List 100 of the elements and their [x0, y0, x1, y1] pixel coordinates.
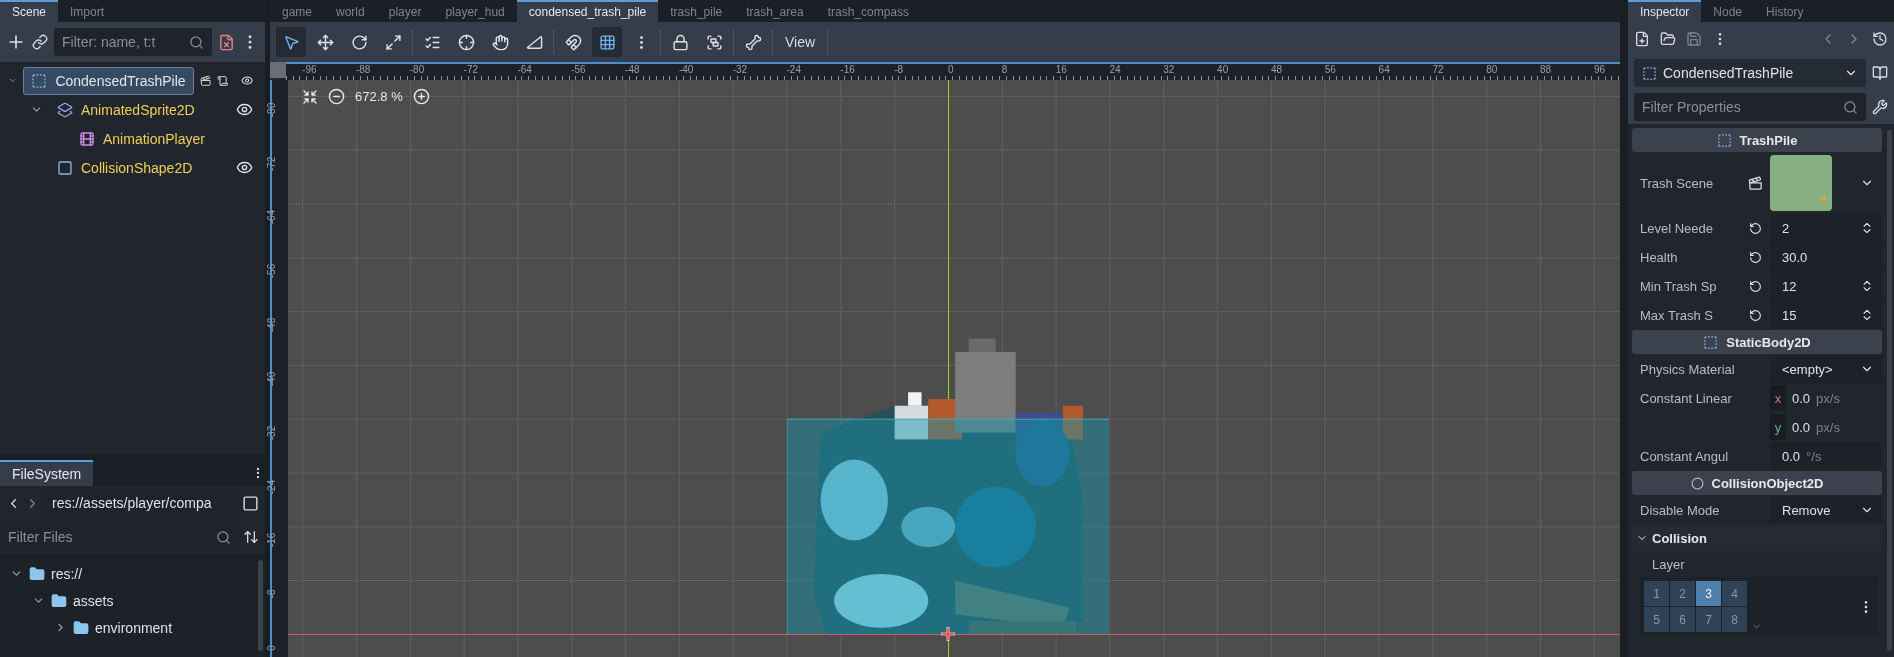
- layer-bit[interactable]: 4: [1722, 581, 1747, 606]
- ruler-label: -24: [266, 478, 278, 496]
- revert-icon[interactable]: [1748, 279, 1762, 293]
- tab[interactable]: Import: [58, 0, 117, 22]
- zoom-in-icon[interactable]: [412, 88, 430, 105]
- history-icon[interactable]: [1872, 31, 1888, 47]
- save-icon[interactable]: [1686, 31, 1702, 47]
- tab[interactable]: condensed_trash_pile: [516, 0, 659, 22]
- layer-bit[interactable]: 6: [1670, 607, 1695, 632]
- section-title: StaticBody2D: [1726, 334, 1811, 350]
- number-field[interactable]: 0.0 °/s: [1770, 442, 1882, 470]
- section-title: CollisionObject2D: [1711, 475, 1824, 491]
- ruler-label: -24: [786, 64, 801, 76]
- square-icon: [57, 159, 73, 176]
- ruler-label: 80: [1486, 64, 1498, 76]
- ruler-label: -8: [894, 64, 904, 76]
- ruler-label: -72: [463, 64, 479, 76]
- ruler-label: 64: [1378, 64, 1390, 76]
- tab[interactable]: world: [324, 0, 377, 22]
- filter-field[interactable]: Filter: name, t:t: [54, 28, 212, 56]
- scene-node[interactable]: AnimationPlayer: [71, 124, 213, 153]
- ruler-label: -64: [517, 64, 532, 76]
- center-view-icon[interactable]: [302, 88, 318, 105]
- tools-icon[interactable]: [1872, 99, 1888, 115]
- ruler-label: -80: [409, 64, 425, 76]
- view-menu[interactable]: View: [777, 34, 824, 50]
- property-group[interactable]: Collision: [1632, 525, 1882, 551]
- scene-thumbnail[interactable]: [1770, 155, 1832, 211]
- zoom-level[interactable]: 672.8 %: [355, 89, 403, 104]
- vector-component-field[interactable]: x 0.0 px/s: [1770, 384, 1882, 412]
- revert-icon[interactable]: [1748, 308, 1762, 322]
- tab[interactable]: Inspector: [1628, 0, 1702, 22]
- ruler-label: -64: [266, 209, 278, 227]
- dropdown-field[interactable]: <empty>: [1770, 355, 1882, 383]
- dropdown-field[interactable]: Remove: [1770, 496, 1882, 524]
- tab[interactable]: History: [1754, 0, 1816, 22]
- layer-bit[interactable]: 1: [1644, 581, 1669, 606]
- ruler-label: -80: [266, 101, 278, 119]
- dashed-square-icon: [1703, 334, 1719, 350]
- tab[interactable]: game: [270, 0, 325, 22]
- scene-node[interactable]: CondensedTrashPile: [23, 66, 194, 95]
- scene-node[interactable]: CollisionShape2D: [49, 153, 201, 182]
- property-label: Min Trash Sp: [1639, 278, 1718, 294]
- ruler-label: 32: [1163, 64, 1175, 76]
- number-field[interactable]: 2: [1770, 214, 1882, 242]
- select-tool-icon[interactable]: [276, 27, 306, 57]
- docs-icon[interactable]: [1872, 65, 1888, 81]
- ruler-label: 56: [1324, 64, 1336, 76]
- tab[interactable]: player: [376, 0, 434, 22]
- ruler-label: -48: [625, 64, 640, 76]
- layer-bit[interactable]: 8: [1722, 607, 1747, 632]
- number-field[interactable]: 30.0: [1770, 243, 1882, 271]
- vector-component-field[interactable]: y 0.0 px/s: [1770, 413, 1882, 441]
- ruler-label: -16: [840, 64, 855, 76]
- detach-script-icon[interactable]: [218, 33, 235, 51]
- ruler-label: 0: [948, 64, 954, 76]
- folder-name[interactable]: res://: [51, 565, 83, 582]
- tab[interactable]: Scene: [0, 0, 59, 22]
- zoom-out-icon[interactable]: [328, 88, 345, 105]
- tab[interactable]: player_hud: [433, 0, 517, 22]
- sort-icon[interactable]: [243, 529, 259, 545]
- link-icon[interactable]: [32, 34, 48, 50]
- tab[interactable]: trash_pile: [658, 0, 735, 22]
- search-icon: [1843, 99, 1858, 115]
- ruler-label: 16: [1055, 64, 1067, 76]
- dashed-square-icon: [1642, 65, 1657, 81]
- ruler-label: 48: [1270, 64, 1283, 76]
- property-label: Disable Mode: [1639, 502, 1721, 518]
- open-folder-icon[interactable]: [1660, 31, 1676, 47]
- tab[interactable]: FileSystem: [0, 460, 94, 486]
- new-resource-icon[interactable]: [1634, 31, 1650, 47]
- tab[interactable]: Node: [1701, 0, 1755, 22]
- layer-bit[interactable]: 7: [1696, 607, 1721, 632]
- tab[interactable]: trash_compass: [815, 0, 921, 22]
- ruler-label: -48: [266, 316, 278, 335]
- layer-bit[interactable]: 2: [1670, 581, 1695, 606]
- filter-field[interactable]: Filter Properties: [1634, 93, 1866, 121]
- tab[interactable]: trash_area: [734, 0, 816, 22]
- ruler-label: 24: [1109, 64, 1121, 76]
- dashed-square-icon: [31, 72, 48, 89]
- node-selector[interactable]: CondensedTrashPile: [1634, 59, 1866, 87]
- folder-name[interactable]: environment: [95, 619, 173, 636]
- visibility-eye-icon[interactable]: [236, 159, 253, 176]
- revert-icon[interactable]: [1748, 250, 1762, 264]
- search-icon: [189, 34, 204, 50]
- ruler-label: -32: [266, 424, 278, 442]
- folder-name[interactable]: assets: [73, 592, 114, 609]
- visibility-eye-icon[interactable]: [236, 101, 253, 118]
- layer-bit[interactable]: 3: [1696, 581, 1721, 606]
- ruler-label: 40: [1217, 64, 1229, 76]
- property-label: Max Trash S: [1639, 307, 1714, 323]
- grid-snap-icon[interactable]: [592, 27, 622, 57]
- layer-bit[interactable]: 5: [1644, 607, 1669, 632]
- revert-icon[interactable]: [1748, 221, 1762, 235]
- number-field[interactable]: 15: [1770, 301, 1882, 329]
- property-label: Trash Scene: [1639, 175, 1715, 191]
- scene-node[interactable]: AnimatedSprite2D: [49, 95, 203, 124]
- ruler-label: -40: [678, 64, 694, 76]
- number-field[interactable]: 12: [1770, 272, 1882, 300]
- split-view-icon[interactable]: [242, 494, 259, 512]
